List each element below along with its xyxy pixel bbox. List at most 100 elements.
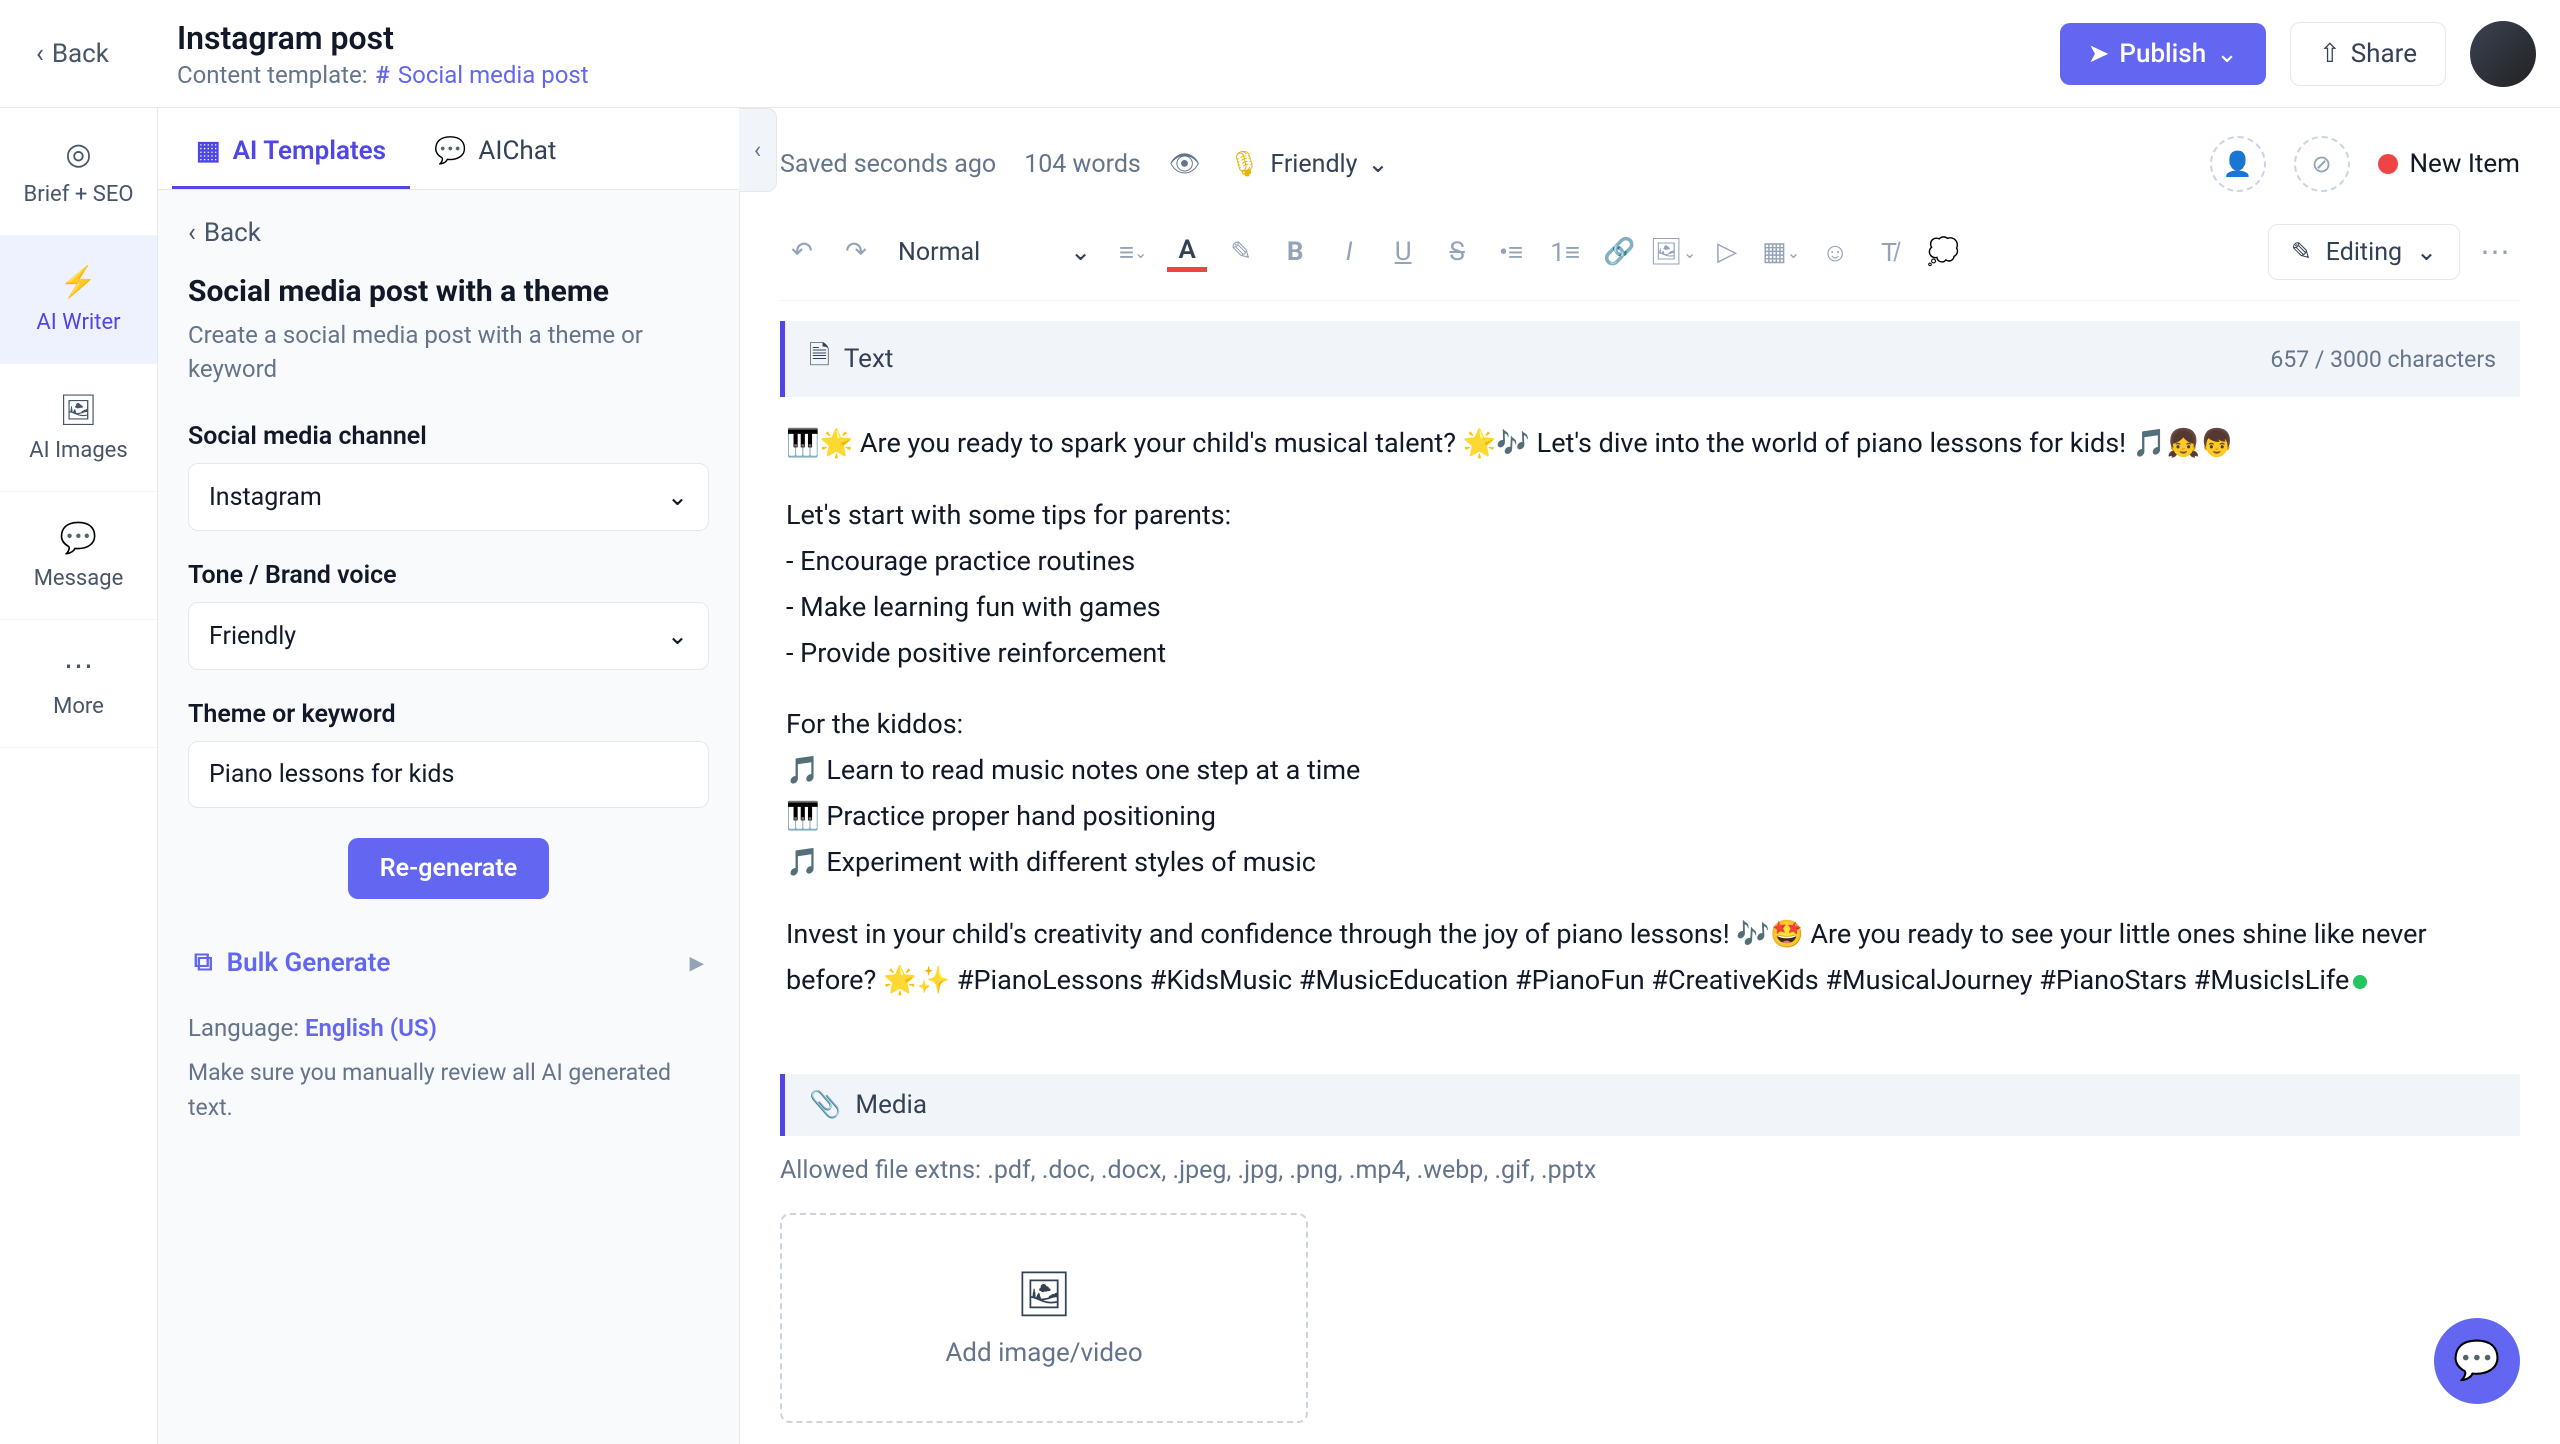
template-link[interactable]: Social media post	[398, 61, 589, 89]
cursor-indicator	[2353, 975, 2367, 989]
chat-fab[interactable]: 💬	[2434, 1318, 2520, 1404]
tone-chip-label: Friendly	[1270, 150, 1357, 179]
rail-brief-seo[interactable]: ◎ Brief + SEO	[0, 108, 157, 236]
channel-value: Instagram	[209, 483, 322, 512]
tab-aichat[interactable]: 💬 AIChat	[410, 116, 580, 189]
bullet: - Encourage practice routines	[786, 545, 1135, 577]
emoji-button[interactable]: ☺	[1813, 230, 1857, 274]
share-button[interactable]: ⇧ Share	[2290, 22, 2446, 86]
language-value[interactable]: English (US)	[305, 1014, 437, 1042]
link-button[interactable]: 🔗	[1597, 230, 1641, 274]
item-status[interactable]: New Item	[2378, 149, 2521, 179]
image-icon: 🖼	[1016, 1268, 1072, 1320]
style-select[interactable]: Normal ⌄	[888, 231, 1101, 273]
status-dot-red	[2378, 154, 2398, 174]
rail-writer-label: AI Writer	[36, 310, 120, 335]
mode-select[interactable]: ✎ Editing ⌄	[2268, 224, 2460, 280]
bold-button[interactable]: B	[1273, 230, 1317, 274]
saved-status: Saved seconds ago	[780, 150, 996, 179]
chevron-down-icon: ⌄	[1070, 237, 1091, 267]
theme-label: Theme or keyword	[188, 700, 709, 729]
highlight-button[interactable]: ✎	[1219, 230, 1263, 274]
clear-format-button[interactable]: T̸	[1867, 230, 1911, 274]
avatar[interactable]	[2470, 21, 2536, 87]
pencil-icon: ✎	[2291, 237, 2312, 267]
publish-label: Publish	[2119, 39, 2206, 69]
word-count: 104 words	[1024, 150, 1141, 179]
chevron-left-icon: ‹	[754, 136, 761, 164]
editor: Saved seconds ago 104 words 👁 🎙 Friendly…	[740, 108, 2560, 1444]
bolt-icon: ⚡	[60, 265, 97, 300]
collapse-handle[interactable]: ‹	[739, 108, 777, 192]
chevron-left-icon: ‹	[188, 218, 196, 248]
add-date[interactable]: ⊘	[2294, 136, 2350, 192]
rail-images-label: AI Images	[29, 438, 127, 463]
align-button[interactable]: ≡⌄	[1111, 230, 1155, 274]
nav-rail: ◎ Brief + SEO ⚡ AI Writer 🖼 AI Images 💬 …	[0, 108, 158, 1444]
chevron-down-icon: ⌄	[1367, 149, 1388, 179]
eye-icon[interactable]: 👁	[1169, 150, 1201, 179]
italic-button[interactable]: I	[1327, 230, 1371, 274]
send-icon: ➤	[2088, 39, 2110, 69]
tone-chip[interactable]: 🎙 Friendly ⌄	[1229, 149, 1389, 179]
publish-button[interactable]: ➤ Publish ⌄	[2060, 23, 2266, 85]
tab-chat-label: AIChat	[478, 136, 556, 166]
text-content[interactable]: 🎹🌟 Are you ready to spark your child's m…	[780, 397, 2520, 1054]
status-label: New Item	[2410, 149, 2521, 179]
style-value: Normal	[898, 238, 980, 267]
tone-value: Friendly	[209, 622, 296, 651]
toolbar-more[interactable]: ⋯	[2470, 235, 2520, 270]
ai-disclaimer: Make sure you manually review all AI gen…	[188, 1056, 709, 1125]
media-block-header: 📎 Media	[780, 1074, 2520, 1136]
table-button[interactable]: ▦⌄	[1759, 230, 1803, 274]
tab-templates-label: AI Templates	[233, 136, 386, 166]
back-label: Back	[52, 39, 109, 69]
bulk-label: Bulk Generate	[227, 948, 391, 978]
message-icon: 💬	[60, 521, 97, 556]
insert-image-button[interactable]: 🖼⌄	[1651, 230, 1695, 274]
allowed-extensions: Allowed file extns: .pdf, .doc, .docx, .…	[780, 1156, 2520, 1185]
bullet-list-button[interactable]: •≡	[1489, 230, 1533, 274]
rail-ai-images[interactable]: 🖼 AI Images	[0, 364, 157, 492]
share-icon: ⇧	[2319, 39, 2341, 69]
add-collaborator[interactable]: 👤	[2210, 136, 2266, 192]
redo-button[interactable]: ↷	[834, 230, 878, 274]
chevron-down-icon: ⌄	[667, 621, 688, 651]
tone-label: Tone / Brand voice	[188, 561, 709, 590]
channel-select[interactable]: Instagram ⌄	[188, 463, 709, 531]
intercom-icon: 💬	[2453, 1339, 2500, 1383]
number-list-button[interactable]: 1≡	[1543, 230, 1587, 274]
theme-input[interactable]	[188, 741, 709, 808]
tone-select[interactable]: Friendly ⌄	[188, 602, 709, 670]
strike-button[interactable]: S	[1435, 230, 1479, 274]
template-prefix: Content template:	[177, 61, 368, 89]
chevron-right-icon: ▸	[690, 948, 703, 978]
panel-back-button[interactable]: ‹ Back	[188, 218, 709, 248]
calendar-icon-cross: ⊘	[2311, 150, 2331, 178]
mode-label: Editing	[2326, 238, 2402, 267]
back-button[interactable]: ‹ Back	[24, 27, 121, 81]
rail-ai-writer[interactable]: ⚡ AI Writer	[0, 236, 157, 364]
embed-button[interactable]: ▷	[1705, 230, 1749, 274]
media-dropzone[interactable]: 🖼 Add image/video	[780, 1213, 1308, 1423]
panel-subheading: Create a social media post with a theme …	[188, 319, 709, 386]
tab-ai-templates[interactable]: ▦ AI Templates	[172, 116, 410, 189]
bulk-generate[interactable]: ⧉ Bulk Generate ▸	[188, 935, 709, 990]
comment-button[interactable]: 💭	[1921, 230, 1965, 274]
regenerate-button[interactable]: Re-generate	[348, 838, 549, 899]
bullet: - Make learning fun with games	[786, 591, 1161, 623]
para: For the kiddos:	[786, 708, 963, 740]
rail-message[interactable]: 💬 Message	[0, 492, 157, 620]
chevron-down-icon: ⌄	[2216, 39, 2238, 69]
channel-label: Social media channel	[188, 422, 709, 451]
rail-more[interactable]: ⋯ More	[0, 620, 157, 748]
bullet: 🎵 Learn to read music notes one step at …	[786, 754, 1360, 786]
mic-icon: 🎙	[1229, 150, 1261, 179]
chevron-down-icon: ⌄	[667, 482, 688, 512]
text-color-button[interactable]: A	[1165, 230, 1209, 274]
char-count: 657 / 3000 characters	[2270, 346, 2496, 373]
document-icon: 🗎	[809, 337, 830, 381]
undo-button[interactable]: ↶	[780, 230, 824, 274]
underline-button[interactable]: U	[1381, 230, 1425, 274]
text-block-header: 🗎 Text 657 / 3000 characters	[780, 321, 2520, 397]
